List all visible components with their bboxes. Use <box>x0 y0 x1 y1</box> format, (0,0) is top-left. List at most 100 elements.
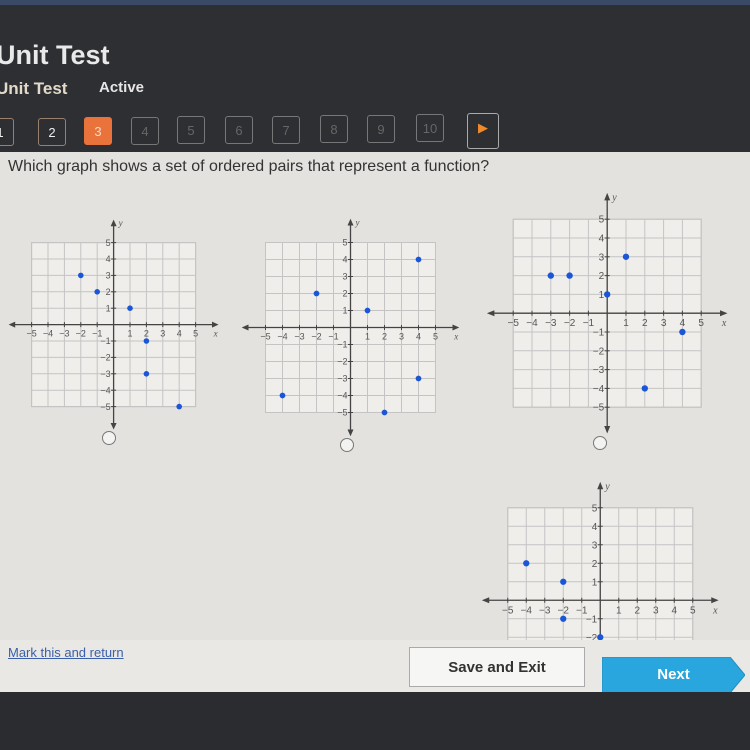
question-button-10[interactable]: 10 <box>416 114 444 143</box>
y-axis-label: y <box>354 217 359 227</box>
bottom-bezel <box>0 692 750 750</box>
question-button-9[interactable]: 9 <box>367 114 395 143</box>
question-button-6[interactable]: 6 <box>225 116 253 144</box>
x-tick-label: 1 <box>623 318 629 329</box>
x-tick-label: 5 <box>690 605 696 616</box>
x-axis-arrow-icon <box>9 321 16 328</box>
y-tick-label: −5 <box>593 402 605 413</box>
question-button-5[interactable]: 5 <box>177 116 205 145</box>
y-tick-label: 2 <box>591 559 597 570</box>
x-tick-label: 3 <box>653 605 659 616</box>
data-point <box>522 559 530 567</box>
status-label: Active <box>99 79 145 96</box>
x-tick-label: 4 <box>671 605 677 616</box>
x-tick-label: 1 <box>128 329 133 339</box>
x-tick-label: 4 <box>679 318 685 329</box>
y-axis-label: y <box>118 219 123 229</box>
next-button[interactable]: Next <box>601 656 746 694</box>
y-tick-label: −2 <box>101 353 111 363</box>
y-tick-label: 3 <box>106 271 111 281</box>
x-axis-label: x <box>453 331 458 341</box>
data-point <box>415 375 421 381</box>
data-point <box>547 272 554 279</box>
x-tick-label: −5 <box>502 605 514 616</box>
x-tick-label: −5 <box>260 331 270 341</box>
x-tick-label: 4 <box>415 331 420 341</box>
y-axis-arrow-icon <box>603 192 610 201</box>
play-arrow-icon[interactable]: ▶ <box>467 113 499 149</box>
y-tick-label: −3 <box>101 369 111 379</box>
x-tick-label: −2 <box>557 605 569 616</box>
y-tick-label: −4 <box>101 386 111 396</box>
x-axis-arrow-icon <box>212 321 219 328</box>
y-axis-arrow-icon <box>603 425 610 434</box>
y-axis-arrow-icon <box>110 220 117 227</box>
question-button-1[interactable]: 1 <box>0 118 14 146</box>
question-button-3[interactable]: 3 <box>84 117 112 146</box>
question-button-2[interactable]: 2 <box>38 117 66 146</box>
y-tick-label: 3 <box>591 540 597 551</box>
question-button-7[interactable]: 7 <box>272 115 300 144</box>
mark-and-return-link[interactable]: Mark this and return <box>8 645 124 660</box>
x-tick-label: −5 <box>507 318 519 329</box>
data-point <box>313 290 319 296</box>
x-axis-arrow-icon <box>481 597 489 603</box>
radio-graph-b[interactable] <box>340 438 354 452</box>
y-tick-label: 2 <box>598 271 604 282</box>
data-point <box>679 328 686 335</box>
data-point <box>415 256 421 262</box>
y-tick-label: 2 <box>342 288 347 298</box>
radio-graph-c[interactable] <box>593 436 607 450</box>
y-axis-arrow-icon <box>110 423 117 430</box>
x-axis-label: x <box>213 329 218 339</box>
x-axis-arrow-icon <box>241 324 248 330</box>
data-point <box>566 272 573 279</box>
y-tick-label: 1 <box>106 304 111 314</box>
top-strip <box>0 0 750 5</box>
x-axis-arrow-icon <box>719 309 728 316</box>
y-tick-label: −1 <box>586 614 598 625</box>
x-tick-label: −2 <box>564 318 576 329</box>
y-tick-label: −2 <box>337 356 347 366</box>
x-axis-label: x <box>712 605 718 616</box>
x-tick-label: −2 <box>311 331 321 341</box>
x-tick-label: −2 <box>76 329 86 339</box>
question-button-8[interactable]: 8 <box>320 115 348 144</box>
y-tick-label: 4 <box>106 255 111 265</box>
next-button-label: Next <box>657 666 690 683</box>
x-axis-arrow-icon <box>711 597 719 603</box>
y-tick-label: 5 <box>342 237 347 247</box>
x-tick-label: 2 <box>144 329 149 339</box>
x-tick-label: 4 <box>177 329 182 339</box>
data-point <box>622 253 629 260</box>
data-point <box>143 338 150 345</box>
y-tick-label: 4 <box>342 254 347 264</box>
data-point <box>279 392 285 398</box>
x-tick-label: −4 <box>277 331 287 341</box>
x-tick-label: −4 <box>43 329 53 339</box>
y-tick-label: −4 <box>593 384 605 395</box>
data-point <box>559 578 567 585</box>
question-button-4[interactable]: 4 <box>131 116 159 145</box>
data-point <box>78 272 84 279</box>
x-tick-label: 2 <box>381 331 386 341</box>
x-tick-label: 5 <box>432 331 437 341</box>
y-tick-label: −1 <box>101 337 111 347</box>
x-axis-arrow-icon <box>486 309 495 316</box>
y-tick-label: −1 <box>593 327 605 338</box>
x-tick-label: 5 <box>193 329 198 339</box>
x-tick-label: −3 <box>294 331 304 341</box>
x-tick-label: 1 <box>616 605 622 616</box>
x-tick-label: 5 <box>698 318 704 329</box>
y-tick-label: 5 <box>598 214 604 225</box>
data-point <box>143 371 150 377</box>
y-tick-label: −5 <box>337 407 347 417</box>
data-point <box>94 289 101 295</box>
x-tick-label: −3 <box>60 329 70 339</box>
x-tick-label: 1 <box>364 331 369 341</box>
y-tick-label: 5 <box>106 238 111 248</box>
save-and-exit-button[interactable]: Save and Exit <box>409 647 585 687</box>
y-tick-label: 3 <box>342 271 347 281</box>
y-tick-label: −5 <box>101 402 111 412</box>
radio-graph-a[interactable] <box>102 431 116 445</box>
